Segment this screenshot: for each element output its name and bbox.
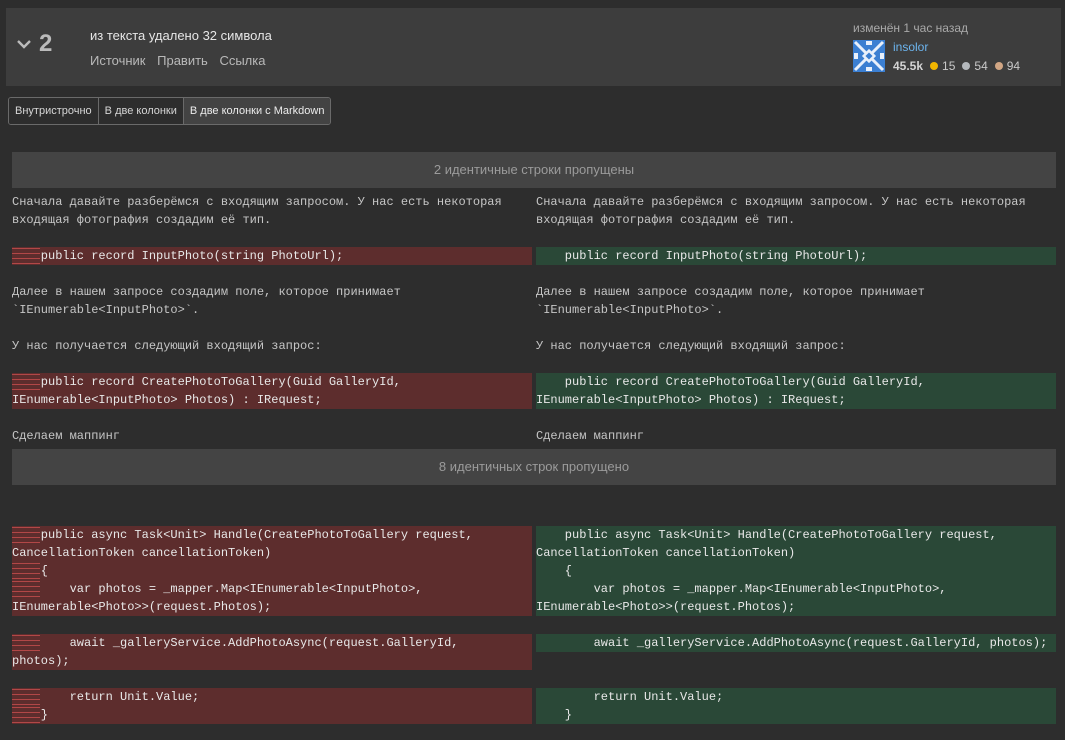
revision-links: Источник Править Ссылка	[90, 53, 273, 68]
diff-line: входящая фотография создадим её тип.	[12, 213, 272, 227]
diff-line: return Unit.Value;	[12, 690, 200, 704]
user-stats: 45.5k 15 54 94	[893, 59, 1027, 73]
silver-badge-icon	[962, 62, 971, 70]
diff-line: var photos = _mapper.Map<IEnumerable<Inp…	[536, 582, 947, 596]
skipped-lines-banner[interactable]: 2 идентичные строки пропущены	[12, 152, 1056, 188]
edit-link[interactable]: Править	[157, 53, 208, 68]
diff-line: `IEnumerable<InputPhoto>`.	[12, 303, 200, 317]
user-name-link[interactable]: insolor	[893, 40, 928, 54]
skipped-lines-banner[interactable]: 8 идентичных строк пропущено	[12, 449, 1056, 485]
diff-line: var photos = _mapper.Map<IEnumerable<Inp…	[12, 582, 423, 596]
user-avatar[interactable]	[853, 40, 885, 72]
diff-line: CancellationToken cancellationToken)	[12, 546, 272, 560]
diff-line: public record InputPhoto(string PhotoUrl…	[12, 249, 344, 263]
source-link[interactable]: Источник	[90, 53, 146, 68]
permalink-link[interactable]: Ссылка	[219, 53, 265, 68]
tab-side-by-side-markdown[interactable]: В две колонки с Markdown	[183, 98, 331, 124]
diff-line: Сделаем маппинг	[536, 429, 645, 443]
diff-line: CancellationToken cancellationToken)	[536, 546, 796, 560]
diff-line: Сначала давайте разберёмся с входящим за…	[12, 195, 502, 209]
diff-line: У нас получается следующий входящий запр…	[12, 339, 322, 353]
revision-summary: из текста удалено 32 символа	[90, 28, 272, 43]
diff-line: IEnumerable<InputPhoto> Photos) : IReque…	[12, 393, 322, 407]
reputation-score: 45.5k	[893, 59, 924, 73]
diff-line: {	[536, 564, 573, 578]
tab-inline[interactable]: Внутристрочно	[9, 98, 99, 124]
diff-line: await _galleryService.AddPhotoAsync(requ…	[536, 636, 1048, 650]
diff-line: return Unit.Value;	[536, 690, 724, 704]
diff-line: Сделаем маппинг	[12, 429, 121, 443]
diff-line: входящая фотография создадим её тип.	[536, 213, 796, 227]
diff-line: photos);	[12, 654, 70, 668]
revision-header: 2 из текста удалено 32 символа Источник …	[6, 8, 1061, 86]
revision-number: 2	[39, 30, 53, 57]
diff-line: public async Task<Unit> Handle(CreatePho…	[536, 528, 997, 542]
diff-line: Сначала давайте разберёмся с входящим за…	[536, 195, 1026, 209]
diff-line: }	[536, 708, 573, 722]
diff-line: }	[12, 708, 49, 722]
tab-side-by-side[interactable]: В две колонки	[98, 98, 184, 124]
diff-line: {	[12, 564, 49, 578]
bronze-badge-icon	[994, 62, 1003, 70]
diff-line: await _galleryService.AddPhotoAsync(requ…	[12, 636, 459, 650]
chevron-down-icon	[17, 40, 31, 49]
diff-view-tabs: Внутристрочно В две колонки В две колонк…	[8, 97, 332, 125]
diff-line: `IEnumerable<InputPhoto>`.	[536, 303, 724, 317]
gold-badge-count: 15	[942, 59, 956, 73]
diff-line: IEnumerable<InputPhoto> Photos) : IReque…	[536, 393, 846, 407]
diff-line: IEnumerable<Photo>>(request.Photos);	[12, 600, 272, 614]
diff-line: Далее в нашем запросе создадим поле, кот…	[536, 285, 925, 299]
diff-line: public record CreatePhotoToGallery(Guid …	[12, 375, 401, 389]
gold-badge-icon	[930, 62, 939, 70]
diff-line: public record InputPhoto(string PhotoUrl…	[536, 249, 868, 263]
revision-toggle[interactable]: 2	[14, 30, 52, 58]
diff-line: public record CreatePhotoToGallery(Guid …	[536, 375, 925, 389]
bronze-badge-count: 94	[1006, 59, 1021, 73]
edited-time: изменён 1 час назад	[853, 21, 969, 35]
diff-line: public async Task<Unit> Handle(CreatePho…	[12, 528, 473, 542]
diff-line: Далее в нашем запросе создадим поле, кот…	[12, 285, 401, 299]
diff-line: IEnumerable<Photo>>(request.Photos);	[536, 600, 796, 614]
silver-badge-count: 54	[974, 59, 988, 73]
diff-line: У нас получается следующий входящий запр…	[536, 339, 846, 353]
